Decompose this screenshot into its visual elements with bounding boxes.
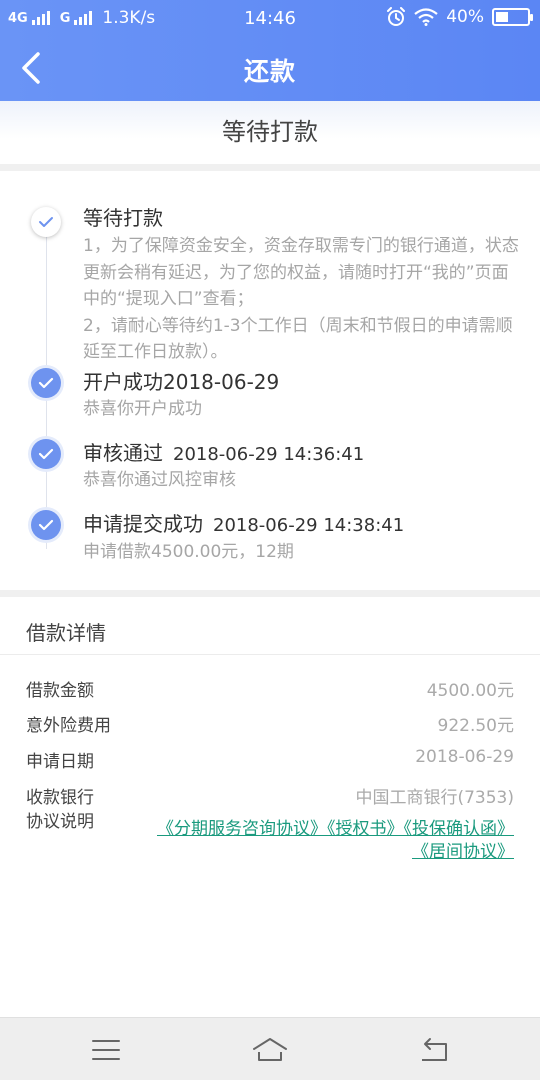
- step-title: 开户成功2018-06-29: [83, 366, 279, 395]
- battery-percent: 40%: [446, 7, 484, 27]
- detail-value: 中国工商银行(7353): [355, 788, 514, 808]
- section-divider: [0, 164, 540, 171]
- step-title-text: 等待打款: [83, 206, 163, 230]
- step-description: 恭喜你通过风控审核: [83, 470, 236, 490]
- done-check-icon: [31, 510, 61, 540]
- status-bar: 4G G 1.3K/s 14:46 40%: [0, 0, 540, 36]
- step-description: 申请借款4500.00元，12期: [83, 542, 294, 562]
- section-divider: [0, 590, 540, 597]
- home-icon: [253, 1038, 287, 1061]
- nav-header: 还款: [0, 36, 540, 101]
- step-time: 2018-06-29 14:38:41: [213, 515, 405, 536]
- step-time: 2018-06-29 14:36:41: [173, 444, 365, 465]
- agreement-links: 《分期服务咨询协议》《授权书》《投保确认函》《居间协议》: [150, 818, 514, 864]
- detail-label: 申请日期: [26, 752, 94, 772]
- agreement-link-service[interactable]: 《分期服务咨询协议》: [157, 819, 327, 839]
- step-title-text: 开户成功2018-06-29: [83, 370, 280, 394]
- step-title: 审核通过 2018-06-29 14:36:41: [83, 437, 364, 466]
- step-title: 等待打款: [83, 202, 163, 231]
- loan-details-header: 借款详情: [0, 597, 540, 655]
- wifi-icon: [414, 8, 438, 26]
- agreement-link-authorization[interactable]: 《授权书》: [327, 819, 404, 839]
- menu-icon: [92, 1040, 120, 1060]
- system-nav-bar: [0, 1017, 540, 1080]
- progress-timeline: 等待打款 1，为了保障资金安全，资金存取需专门的银行通道，状态更新会稍有延迟，为…: [0, 171, 540, 590]
- done-check-icon: [31, 368, 61, 398]
- detail-label: 意外险费用: [26, 716, 111, 736]
- menu-button[interactable]: [86, 1032, 126, 1068]
- pending-check-icon: [31, 207, 61, 237]
- step-description: 恭喜你开户成功: [83, 399, 202, 419]
- detail-value: 922.50元: [437, 716, 514, 736]
- step-title-text: 审核通过: [83, 441, 163, 465]
- step-title-text: 申请提交成功: [83, 512, 203, 536]
- detail-row-amount: 借款金额 4500.00元: [26, 676, 514, 706]
- back-nav-button[interactable]: [414, 1032, 454, 1068]
- detail-row-insurance: 意外险费用 922.50元: [26, 711, 514, 741]
- detail-value: 4500.00元: [426, 681, 514, 701]
- detail-row-date: 申请日期 2018-06-29: [26, 747, 514, 777]
- done-check-icon: [31, 439, 61, 469]
- repayment-status-title: 等待打款: [0, 101, 540, 164]
- detail-label: 借款金额: [26, 681, 94, 701]
- step-description: 1，为了保障资金安全，资金存取需专门的银行通道，状态更新会稍有延迟，为了您的权益…: [83, 236, 519, 362]
- loan-details-heading: 借款详情: [26, 621, 106, 645]
- back-icon: [422, 1038, 447, 1061]
- agreement-link-insurance[interactable]: 《投保确认函》: [404, 819, 515, 839]
- battery-icon: [492, 8, 533, 26]
- agreement-link-intermediary[interactable]: 《居间协议》: [412, 842, 514, 862]
- detail-value: 2018-06-29: [415, 747, 514, 767]
- step-title: 申请提交成功 2018-06-29 14:38:41: [83, 508, 404, 537]
- app-header: 4G G 1.3K/s 14:46 40% 还款: [0, 0, 540, 101]
- detail-label: 协议说明: [26, 812, 94, 832]
- page-title: 还款: [243, 57, 296, 86]
- home-button[interactable]: [250, 1032, 290, 1068]
- alarm-icon: [387, 7, 406, 26]
- detail-label: 收款银行: [26, 788, 94, 808]
